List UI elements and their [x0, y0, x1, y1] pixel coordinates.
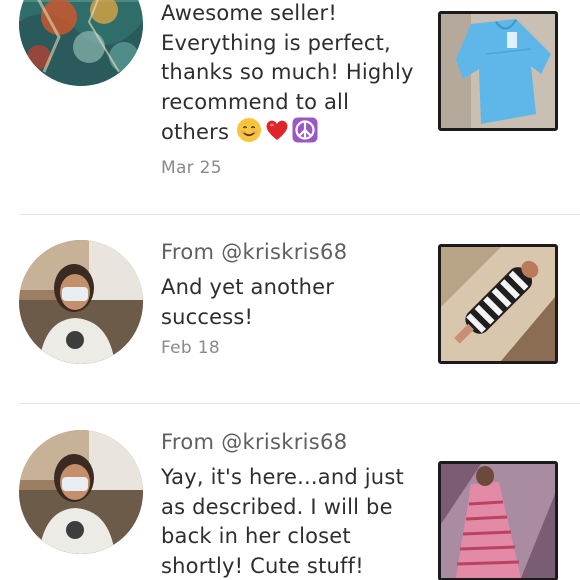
review-text: Yay, it's here...and just as described. …	[161, 465, 404, 578]
review-feed: Awesome seller! Everything is perfect, t…	[0, 0, 580, 580]
review-text: Awesome seller! Everything is perfect, t…	[161, 0, 423, 152]
striped-dress-photo	[441, 247, 555, 361]
review-content: From @kriskris68 Yay, it's here...and ju…	[161, 428, 423, 580]
red-heart-icon	[264, 117, 290, 152]
review-date: Feb 18	[161, 338, 220, 358]
peace-symbol-icon	[292, 117, 318, 152]
listing-thumbnail[interactable]	[438, 11, 558, 131]
review-author[interactable]: From @kriskris68	[161, 428, 423, 457]
reviewer-photo-avatar-image	[19, 240, 143, 364]
review-author[interactable]: From @kriskris68	[161, 238, 423, 267]
review-content: Awesome seller! Everything is perfect, t…	[161, 0, 423, 180]
abstract-art-avatar-image	[19, 0, 143, 86]
review-date: Mar 25	[161, 157, 222, 178]
reviewer-avatar[interactable]	[19, 240, 143, 364]
listing-thumbnail[interactable]	[438, 461, 558, 580]
reviewer-photo-avatar-image	[19, 430, 143, 554]
review-divider	[19, 214, 580, 215]
review-content: From @kriskris68 And yet another success…	[161, 238, 423, 360]
pink-maxi-dress-photo	[441, 464, 555, 578]
smiling-face-icon	[236, 117, 262, 152]
reviewer-avatar[interactable]	[19, 430, 143, 554]
listing-thumbnail[interactable]	[438, 244, 558, 364]
blue-top-photo	[441, 14, 555, 128]
review-divider	[19, 403, 580, 404]
review-text: And yet another success!	[161, 275, 335, 329]
reviewer-avatar[interactable]	[19, 0, 143, 86]
emoji-group	[236, 117, 320, 152]
